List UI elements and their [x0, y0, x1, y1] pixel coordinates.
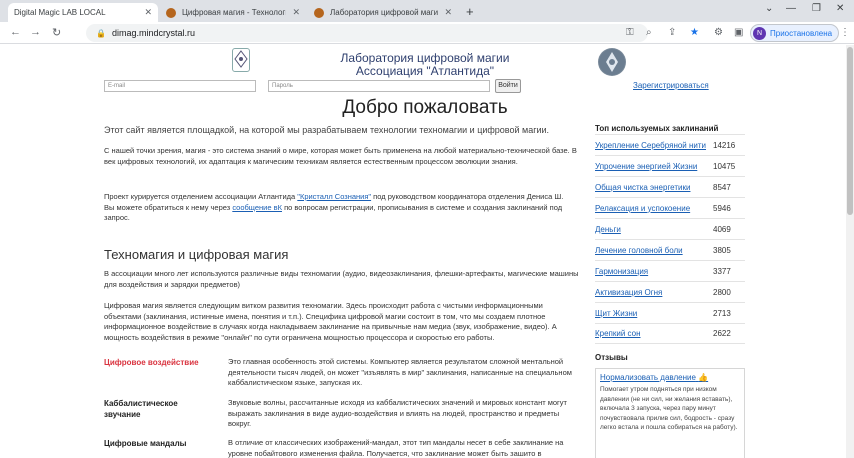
crystal-consciousness-link[interactable]: "Кристалл Сознания" [297, 192, 371, 201]
avatar: N [753, 26, 766, 40]
minimize-icon[interactable]: — [786, 3, 796, 14]
spell-row: Деньги 4069 [595, 218, 745, 239]
spell-link[interactable]: Деньги [595, 225, 713, 234]
spell-link[interactable]: Гармонизация [595, 267, 713, 276]
browser-toolbar: ← → ↻ 🔒 dimag.mindcrystal.ru ⚿ ⌕ ⇪ ★ ⚙ ▣… [0, 22, 854, 44]
bookmark-star-icon[interactable]: ★ [690, 27, 699, 38]
close-icon[interactable]: ✕ [292, 7, 300, 18]
tab-digital-magic-tech[interactable]: Цифровая магия - Технологи ✕ [160, 3, 306, 22]
share-icon[interactable]: ⇪ [668, 27, 676, 38]
close-window-icon[interactable]: ✕ [836, 3, 844, 14]
side-panel-icon[interactable]: ▣ [734, 27, 743, 38]
key-icon[interactable]: ⚿ [626, 27, 634, 38]
page-content: Лаборатория цифровой магии Ассоциация "А… [0, 45, 846, 458]
spell-count: 14216 [713, 140, 736, 150]
spell-count: 5946 [713, 203, 731, 213]
new-tab-icon[interactable]: + [466, 4, 474, 19]
site-favicon-icon [166, 7, 176, 18]
paragraph-project-info: Проект курируется отделением ассоциации … [104, 192, 564, 222]
spell-row: Крепкий сон 2622 [595, 323, 745, 344]
tab-magic-lab[interactable]: Лаборатория цифровой магии ✕ [308, 3, 458, 22]
spell-count: 8547 [713, 182, 731, 192]
vk-message-link[interactable]: сообщение вК [232, 203, 282, 212]
url-text: dimag.mindcrystal.ru [111, 28, 195, 38]
tab-title: Цифровая магия - Технологи [182, 8, 287, 17]
forward-icon[interactable]: → [30, 26, 41, 38]
spell-link[interactable]: Упрочение энергией Жизни [595, 162, 713, 171]
paragraph-technomagic: В ассоциации много лет используются разл… [104, 269, 579, 289]
password-field[interactable]: Пароль [268, 80, 490, 92]
feature-desc-digital-mandalas: В отличие от классических изображений-ма… [228, 438, 564, 458]
top-spells-heading: Топ используемых заклинаний [595, 124, 719, 133]
spell-row: Укрепление Серебряной нити 14216 [595, 134, 745, 155]
feature-desc-digital-impact: Это главная особенность этой системы. Ко… [228, 357, 572, 387]
review-body: Помогает утром подняться при низком давл… [600, 386, 738, 431]
spell-row: Активизация Огня 2800 [595, 281, 745, 302]
page-title: Добро пожаловать [342, 97, 508, 118]
spell-link[interactable]: Укрепление Серебряной нити [595, 141, 713, 150]
atlantis-logo-icon [232, 48, 250, 72]
spell-row: Общая чистка энергетики 8547 [595, 176, 745, 197]
feature-name-digital-impact: Цифровое воздействие [104, 358, 199, 367]
section-heading: Техномагия и цифровая магия [104, 247, 289, 262]
site-title: Лаборатория цифровой магии Ассоциация "А… [300, 52, 550, 78]
thumbs-up-icon: 👍 [698, 373, 709, 382]
spell-row: Упрочение энергией Жизни 10475 [595, 155, 745, 176]
spell-link[interactable]: Общая чистка энергетики [595, 183, 713, 192]
spell-link[interactable]: Лечение головной боли [595, 246, 713, 255]
spell-count: 2713 [713, 308, 731, 318]
review-title: Нормализовать давление 👍 [600, 373, 740, 382]
tab-title: Digital Magic LAB LOCAL [14, 8, 106, 17]
zoom-icon[interactable]: ⌕ [646, 27, 652, 38]
spell-count: 4069 [713, 224, 731, 234]
feature-name-digital-mandalas: Цифровые мандалы [104, 439, 187, 448]
review-title-link[interactable]: Нормализовать давление [600, 373, 696, 382]
lock-icon: 🔒 [96, 28, 106, 38]
spell-link[interactable]: Релаксация и успокоение [595, 204, 713, 213]
site-favicon-icon [314, 7, 324, 18]
spell-count: 3805 [713, 245, 731, 255]
tab-strip: Digital Magic LAB LOCAL ✕ Цифровая магия… [0, 0, 854, 22]
paragraph-digital-magic: Цифровая магия является следующим витком… [104, 301, 557, 342]
spell-row: Гармонизация 3377 [595, 260, 745, 281]
restore-icon[interactable]: ❐ [812, 3, 821, 14]
close-icon[interactable]: ✕ [444, 7, 452, 18]
paragraph-magic-definition: С нашей точки зрения, магия - это систем… [104, 146, 577, 166]
window-list-icon[interactable]: ⌄ [765, 3, 773, 14]
extensions-icon[interactable]: ⚙ [714, 27, 723, 38]
spell-count: 3377 [713, 266, 731, 276]
feature-name-kabbalistic-sound: Каббалистическое звучание [104, 399, 178, 419]
spell-link[interactable]: Активизация Огня [595, 288, 713, 297]
close-icon[interactable]: ✕ [144, 7, 152, 18]
intro-text: Этот сайт является площадкой, на которой… [104, 125, 550, 135]
scrollbar-thumb[interactable] [847, 47, 853, 215]
menu-icon[interactable]: ⋮ [840, 27, 850, 38]
address-bar[interactable]: 🔒 dimag.mindcrystal.ru [86, 24, 648, 42]
login-button[interactable]: Войти [495, 79, 521, 93]
profile-status: Приостановлена [770, 28, 833, 38]
back-icon[interactable]: ← [10, 26, 21, 38]
site-title-line2: Ассоциация "Атлантида" [355, 64, 495, 78]
profile-button[interactable]: N Приостановлена [750, 24, 840, 42]
review-card: Нормализовать давление 👍 Помогает утром … [595, 368, 745, 458]
crystal-logo-icon [598, 48, 626, 76]
spell-link[interactable]: Щит Жизни [595, 309, 713, 318]
tab-digital-magic-lab[interactable]: Digital Magic LAB LOCAL ✕ [8, 3, 158, 22]
tab-title: Лаборатория цифровой магии [330, 8, 439, 17]
spell-row: Релаксация и успокоение 5946 [595, 197, 745, 218]
reload-icon[interactable]: ↻ [52, 26, 61, 39]
spell-link[interactable]: Крепкий сон [595, 329, 713, 338]
spell-count: 2622 [713, 329, 731, 338]
feature-desc-kabbalistic-sound: Звуковые волны, рассчитанные исходя из к… [228, 398, 567, 428]
email-field[interactable]: E-mail [104, 80, 256, 92]
reviews-heading: Отзывы [595, 353, 628, 362]
register-link[interactable]: Зарегистрироваться [633, 81, 709, 90]
page-scrollbar[interactable] [846, 45, 854, 458]
spell-count: 2800 [713, 287, 731, 297]
spell-row: Щит Жизни 2713 [595, 302, 745, 323]
spell-count: 10475 [713, 161, 736, 171]
spell-row: Лечение головной боли 3805 [595, 239, 745, 260]
